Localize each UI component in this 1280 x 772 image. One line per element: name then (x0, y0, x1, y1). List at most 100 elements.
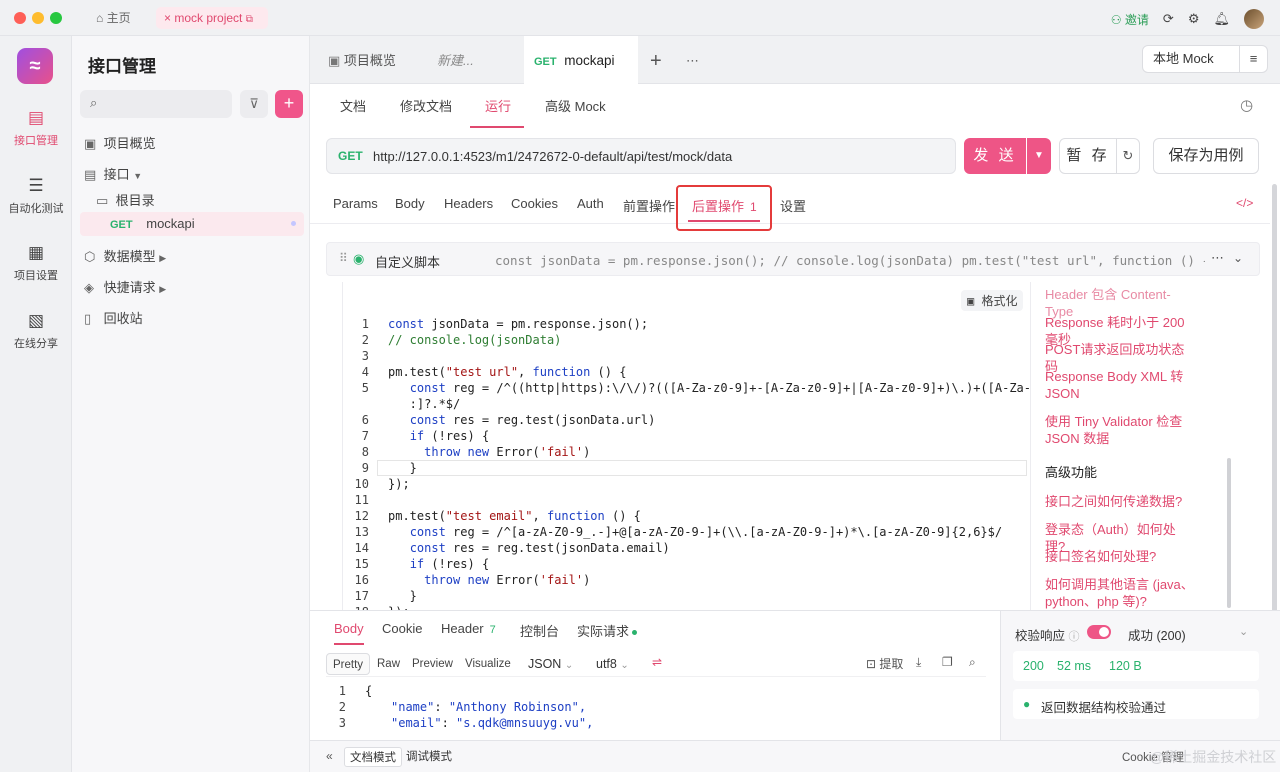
validate-state[interactable]: 成功 (200) (1128, 625, 1186, 644)
method-select[interactable]: GET (338, 149, 363, 163)
encoding-select[interactable]: utf8 ⌄ (596, 653, 629, 675)
advanced-item[interactable]: 接口之间如何传递数据? (1045, 493, 1195, 510)
subtab-doc[interactable]: 文档 (340, 96, 366, 115)
tree-item-schemas[interactable]: ⬡ 数据模型 ▶ (84, 246, 166, 265)
view-visualize[interactable]: Visualize (459, 653, 517, 675)
resp-tab-underline (334, 643, 364, 645)
snippet-scrollbar[interactable] (1227, 458, 1231, 608)
tab-cookies[interactable]: Cookies (511, 196, 558, 211)
tab-body[interactable]: Body (395, 196, 425, 211)
history-icon[interactable]: ◷ (1240, 96, 1253, 114)
window-tab-home[interactable]: ⌂ 主页 (88, 7, 146, 29)
reset-button[interactable]: ↻ (1116, 138, 1140, 174)
nav-project-settings[interactable]: ▦ 项目设置 (0, 243, 72, 283)
format-select[interactable]: JSON ⌄ (528, 653, 573, 675)
script-header[interactable]: ⠿ ◉ 自定义脚本 const jsonData = pm.response.j… (326, 242, 1260, 276)
tree-item-apis[interactable]: ▤ 接口 ▼ (84, 164, 142, 183)
tab-params[interactable]: Params (333, 196, 378, 211)
check-circle-icon[interactable]: ◉ (353, 251, 364, 267)
view-preview[interactable]: Preview (406, 653, 459, 675)
snippet-item[interactable]: Response Body XML 转 JSON (1045, 368, 1195, 402)
drag-handle-icon[interactable]: ⠿ (339, 251, 348, 265)
save-as-case-button[interactable]: 保存为用例 (1153, 138, 1259, 174)
add-button[interactable]: + (275, 90, 303, 118)
add-tab-button[interactable]: + (650, 36, 662, 84)
resp-tab-console[interactable]: 控制台 (520, 621, 559, 640)
menu-icon[interactable]: ≡ (1240, 45, 1268, 73)
url-bar[interactable]: GET http://127.0.0.1:4523/m1/2472672-0-d… (326, 138, 956, 174)
save-temp-button[interactable]: 暂 存 (1059, 138, 1117, 174)
external-link-icon: ⧉ (245, 14, 253, 25)
validate-toggle[interactable] (1087, 625, 1111, 639)
view-raw[interactable]: Raw (371, 653, 406, 675)
subtab-advanced-mock[interactable]: 高级 Mock (545, 96, 606, 115)
format-button[interactable]: ▣ 格式化 (961, 290, 1024, 311)
extract-button[interactable]: ⊡ 提取 (866, 655, 903, 672)
debug-mode-button[interactable]: 调试模式 (401, 747, 457, 767)
invite-button[interactable]: ⚇ 邀请 (1111, 11, 1149, 28)
close-window-button[interactable] (14, 12, 26, 24)
send-dropdown-button[interactable]: ▼ (1027, 138, 1051, 174)
tab-project-overview[interactable]: ▣ 项目概览 (328, 36, 396, 84)
line-code: if (!res) { (409, 429, 490, 443)
doc-mode-button[interactable]: 文档模式 (344, 747, 402, 767)
tab-settings[interactable]: 设置 (780, 196, 806, 215)
line-code: :]?.*$/ (388, 397, 461, 411)
line-number: 16 (354, 573, 369, 587)
tree-item-root[interactable]: ▭ 根目录 (96, 190, 155, 209)
tab-new[interactable]: 新建... (437, 36, 474, 84)
sync-icon[interactable]: ⟳ (1163, 11, 1174, 27)
code-editor[interactable]: ▣ 格式化 1 const jsonData = pm.response.json… (342, 282, 1030, 610)
resp-tab-body[interactable]: Body (334, 621, 364, 636)
tab-auth[interactable]: Auth (577, 196, 604, 211)
advanced-item[interactable]: 如何调用其他语言 (java、python、php 等)? (1045, 576, 1195, 610)
send-button[interactable]: 发 送 (964, 138, 1026, 174)
advanced-title: 高级功能 (1045, 465, 1098, 480)
view-pretty[interactable]: Pretty (326, 653, 371, 675)
maximize-window-button[interactable] (50, 12, 62, 24)
code-icon[interactable]: </> (1236, 196, 1253, 210)
help-icon[interactable]: ⓘ (1069, 631, 1080, 643)
wrap-icon[interactable]: ⇌ (652, 655, 662, 669)
bell-icon[interactable]: 🔔︎ (1213, 11, 1230, 27)
chevron-down-icon[interactable]: ⌄ (1239, 625, 1248, 638)
download-icon[interactable]: ⤓ (916, 655, 921, 670)
tab-headers[interactable]: Headers (444, 196, 493, 211)
more-tabs-icon[interactable]: ⋯ (686, 36, 699, 84)
subtab-edit-doc[interactable]: 修改文档 (400, 96, 452, 115)
search-icon[interactable]: ⌕ (969, 655, 976, 670)
line-code: } (388, 461, 417, 475)
lightning-icon: ◈ (84, 280, 94, 295)
chevron-down-icon[interactable]: ⌄ (1233, 251, 1243, 265)
tree-item-trash[interactable]: ▯ 回收站 (84, 308, 143, 327)
minimize-window-button[interactable] (32, 12, 44, 24)
script-name: 自定义脚本 (375, 255, 441, 270)
resp-tab-actual-request[interactable]: 实际请求 (577, 621, 638, 640)
close-icon[interactable]: × (164, 11, 171, 25)
gear-icon[interactable]: ⚙ (1188, 11, 1200, 27)
tree-item-quick-request[interactable]: ◈ 快捷请求 ▶ (84, 277, 166, 296)
copy-icon[interactable]: ❐ (942, 655, 953, 669)
more-icon[interactable]: ⋯ (1211, 250, 1224, 266)
tab-mockapi[interactable]: GET mockapi (524, 36, 638, 84)
left-nav: ≈ ▤ 接口管理 ☰ 自动化测试 ▦ 项目设置 ▧ 在线分享 (0, 36, 72, 772)
avatar[interactable] (1244, 9, 1264, 29)
environment-select[interactable]: 本地 Mock (1142, 45, 1240, 73)
filter-button[interactable]: ⊽ (240, 90, 268, 118)
subtab-run[interactable]: 运行 (485, 96, 511, 115)
tree-item-overview[interactable]: ▣ 项目概览 (84, 133, 156, 152)
line-number: 17 (354, 589, 369, 603)
tab-pre-processors[interactable]: 前置操作 (623, 196, 675, 215)
tree-item-mockapi[interactable]: GET mockapi (110, 216, 195, 231)
collapse-icon[interactable]: « (326, 749, 333, 763)
snippet-item[interactable]: 使用 Tiny Validator 检查 JSON 数据 (1045, 413, 1195, 447)
search-input[interactable]: ⌕ (80, 90, 232, 118)
resp-tab-cookie[interactable]: Cookie (382, 621, 422, 636)
nav-online-share[interactable]: ▧ 在线分享 (0, 311, 72, 351)
url-input[interactable]: http://127.0.0.1:4523/m1/2472672-0-defau… (373, 149, 732, 164)
nav-api-management[interactable]: ▤ 接口管理 (0, 108, 72, 148)
resp-tab-header[interactable]: Header 7 (441, 621, 496, 636)
advanced-item[interactable]: 接口签名如何处理? (1045, 548, 1195, 565)
nav-automation-test[interactable]: ☰ 自动化测试 (0, 176, 72, 216)
window-tab-project[interactable]: × mock project ⧉ (156, 7, 268, 29)
